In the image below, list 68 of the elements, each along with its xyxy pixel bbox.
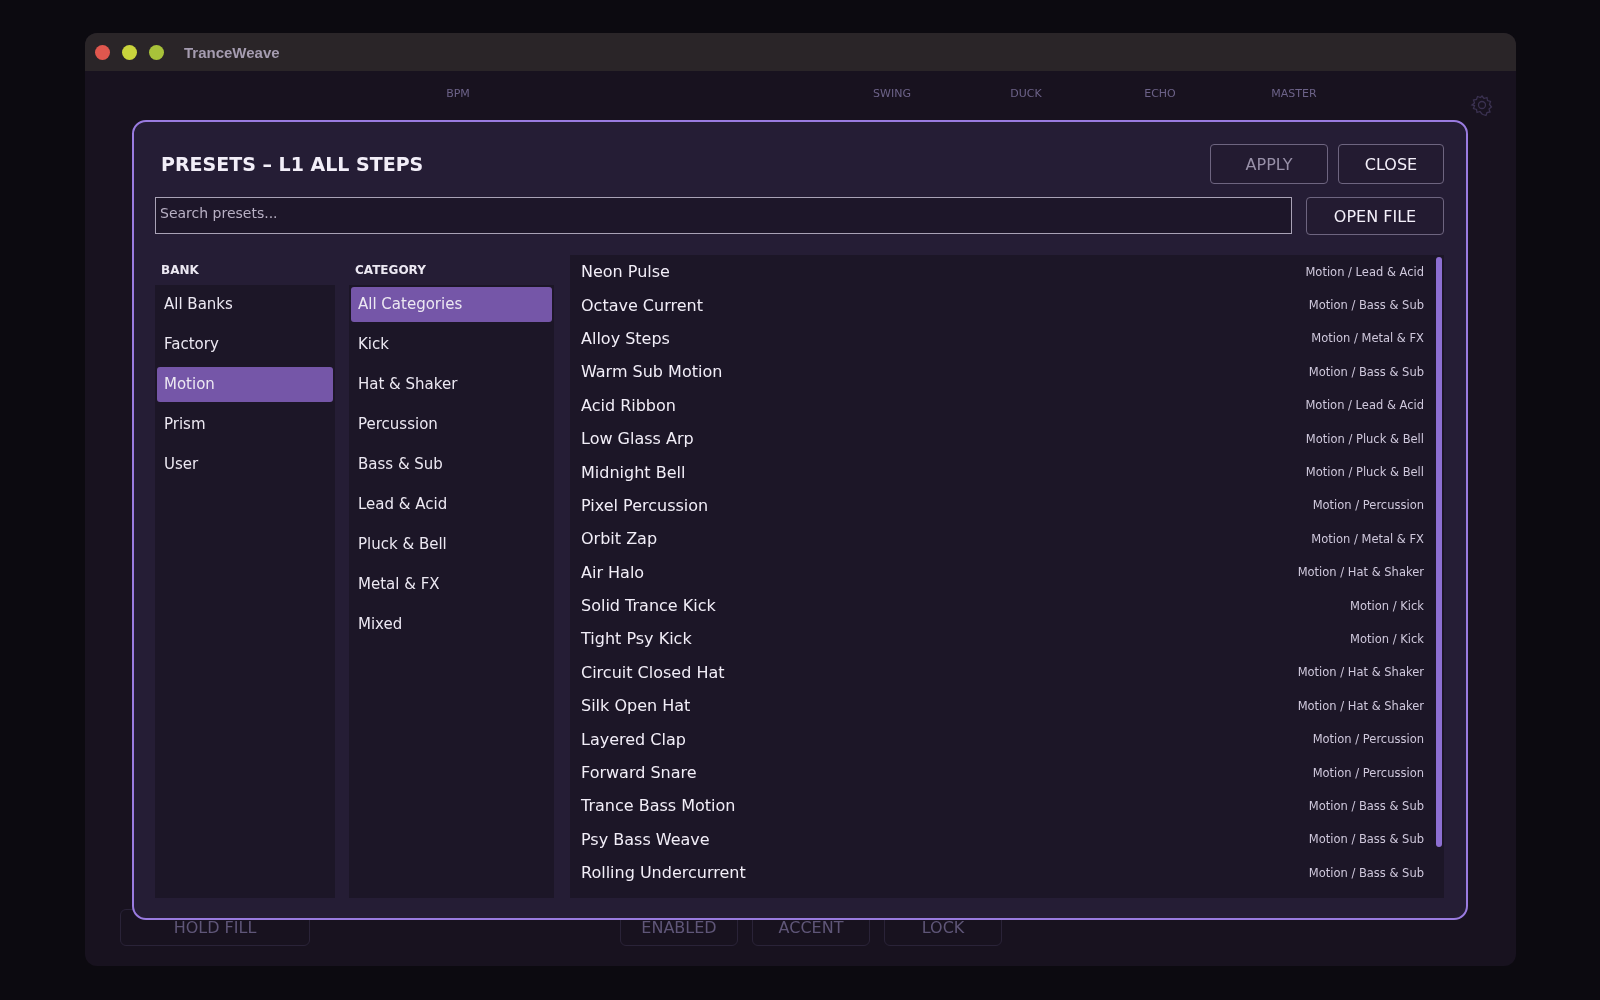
preset-name[interactable]: Circuit Closed Hat xyxy=(581,662,725,682)
category-item[interactable]: All Categories xyxy=(351,287,552,322)
preset-name[interactable]: Neon Pulse xyxy=(581,262,670,282)
preset-category: Motion / Bass & Sub xyxy=(1308,865,1424,880)
preset-name[interactable]: Low Glass Arp xyxy=(581,429,694,449)
preset-name[interactable]: Octave Current xyxy=(581,295,703,315)
preset-category: Motion / Metal & FX xyxy=(1311,531,1424,546)
preset-name[interactable]: Acid Ribbon xyxy=(581,395,676,415)
preset-name[interactable]: Alloy Steps xyxy=(581,328,670,348)
preset-category: Motion / Pluck & Bell xyxy=(1305,431,1424,446)
category-item[interactable]: Hat & Shaker xyxy=(351,367,552,402)
column-heading: BANK xyxy=(160,262,200,279)
preset-name[interactable]: Midnight Bell xyxy=(581,462,686,482)
bank-item[interactable]: All Banks xyxy=(157,287,333,322)
bank-item[interactable]: Motion xyxy=(157,367,333,402)
preset-category: Motion / Lead & Acid xyxy=(1305,264,1424,279)
preset-name[interactable]: Orbit Zap xyxy=(581,529,658,549)
category-item[interactable]: Mixed xyxy=(351,607,552,642)
preset-category: Motion / Hat & Shaker xyxy=(1297,565,1424,580)
dialog-title: PRESETS – L1 ALL STEPS xyxy=(161,153,424,175)
dialog-button[interactable]: CLOSE xyxy=(1338,144,1444,184)
preset-name[interactable]: Rolling Undercurrent xyxy=(581,863,746,883)
open-file-button[interactable]: OPEN FILE xyxy=(1306,197,1444,235)
preset-category: Motion / Bass & Sub xyxy=(1308,832,1424,847)
control-label: ECHO xyxy=(1143,87,1177,100)
zoom-window-icon[interactable] xyxy=(149,44,164,60)
preset-name[interactable]: Silk Open Hat xyxy=(581,696,691,716)
category-item[interactable]: Bass & Sub xyxy=(351,447,552,482)
preset-name[interactable]: Warm Sub Motion xyxy=(581,362,723,382)
preset-category: Motion / Percussion xyxy=(1312,498,1424,513)
preset-name[interactable]: Tight Psy Kick xyxy=(581,629,692,649)
preset-category: Motion / Metal & FX xyxy=(1311,331,1424,346)
preset-category: Motion / Kick xyxy=(1350,632,1424,646)
preset-name[interactable]: Pixel Percussion xyxy=(581,495,709,515)
preset-category: Motion / Bass & Sub xyxy=(1308,798,1424,813)
column-heading: CATEGORY xyxy=(354,262,427,279)
control-label: SWING xyxy=(872,87,912,100)
close-window-icon[interactable] xyxy=(95,44,110,60)
category-item[interactable]: Kick xyxy=(351,327,552,362)
scrollbar-thumb[interactable] xyxy=(1436,257,1442,847)
category-item[interactable]: Percussion xyxy=(351,407,552,442)
preset-category: Motion / Hat & Shaker xyxy=(1297,698,1424,713)
preset-name[interactable]: Solid Trance Kick xyxy=(581,596,716,616)
minimize-window-icon[interactable] xyxy=(122,44,137,60)
control-label: BPM xyxy=(445,87,471,100)
preset-name[interactable]: Trance Bass Motion xyxy=(581,796,736,816)
preset-category: Motion / Hat & Shaker xyxy=(1297,665,1424,680)
control-label: MASTER xyxy=(1270,87,1318,100)
preset-category: Motion / Bass & Sub xyxy=(1308,364,1424,379)
preset-category: Motion / Pluck & Bell xyxy=(1305,465,1424,480)
category-item[interactable]: Metal & FX xyxy=(351,567,552,602)
preset-name[interactable]: Layered Clap xyxy=(581,729,686,749)
preset-category: Motion / Bass & Sub xyxy=(1308,298,1424,313)
window-title: TranceWeave xyxy=(184,43,280,61)
preset-name[interactable]: Psy Bass Weave xyxy=(581,829,710,849)
search-field[interactable]: Search presets... xyxy=(155,197,1292,234)
preset-category: Motion / Percussion xyxy=(1312,765,1424,780)
preset-name[interactable]: Forward Snare xyxy=(581,763,697,783)
preset-name[interactable]: Air Halo xyxy=(581,562,645,582)
bank-item[interactable]: User xyxy=(157,447,333,482)
control-label: DUCK xyxy=(1009,87,1043,100)
category-item[interactable]: Lead & Acid xyxy=(351,487,552,522)
preset-category: Motion / Lead & Acid xyxy=(1305,398,1424,413)
category-item[interactable]: Pluck & Bell xyxy=(351,527,552,562)
preset-category: Motion / Kick xyxy=(1350,598,1424,613)
preset-category: Motion / Percussion xyxy=(1312,732,1424,747)
bank-item[interactable]: Prism xyxy=(157,407,333,442)
bank-item[interactable]: Factory xyxy=(157,327,333,362)
